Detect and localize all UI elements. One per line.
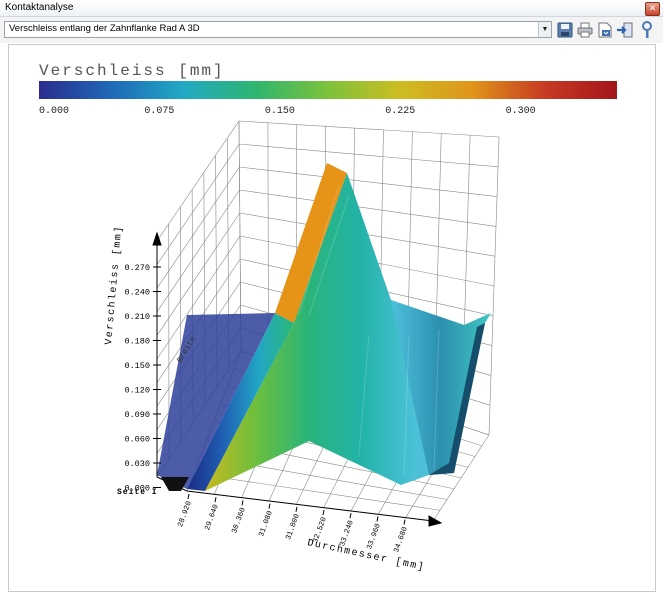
- save-icon[interactable]: [556, 21, 574, 39]
- z-tick-label: 0.240: [124, 288, 150, 298]
- z-tick-label: 0.090: [124, 410, 150, 420]
- x-tick-label: 33.960: [366, 522, 383, 551]
- window-title: Kontaktanalyse: [5, 2, 74, 13]
- export-icon[interactable]: [596, 21, 614, 39]
- plot-frame: Verschleiss [mm] 0.000 0.075 0.150 0.225 0.3…: [8, 44, 656, 592]
- x-axis-label: Durchmesser [mm]: [306, 537, 426, 574]
- wear-3d-plot[interactable]: Verschleiss [mm] 0.000 0.075 0.150 0.225 0.3…: [9, 45, 655, 591]
- legend-tick-label: 0.300: [506, 106, 536, 117]
- legend-tick-label: 0.000: [39, 106, 69, 117]
- color-scale-bar: [39, 81, 617, 99]
- surface-base-shadow: [161, 477, 189, 491]
- view-select-dropdown[interactable]: Verschleiss entlang der Zahnflanke Rad A…: [4, 21, 552, 38]
- legend-title: Verschleiss [mm]: [39, 62, 225, 80]
- close-button[interactable]: ✕: [645, 2, 660, 16]
- x-tick-label: 29.640: [204, 503, 221, 532]
- print-icon[interactable]: [576, 21, 594, 39]
- window-titlebar: Kontaktanalyse ✕: [0, 0, 663, 17]
- z-tick-label: 0.180: [124, 337, 150, 347]
- legend-tick-label: 0.075: [144, 106, 174, 117]
- z-tick-label: 0.060: [124, 435, 150, 445]
- wear-surface: [157, 163, 491, 491]
- legend-tick-label: 0.150: [265, 106, 295, 117]
- z-tick-label: 0.210: [124, 312, 150, 322]
- x-tick-label: 31.080: [258, 509, 275, 538]
- chevron-down-icon[interactable]: ▼: [538, 22, 551, 37]
- x-tick-label: 30.360: [231, 506, 248, 535]
- x-tick-label: 31.800: [285, 513, 302, 542]
- settings-icon[interactable]: [638, 21, 656, 39]
- toolbar: Verschleiss entlang der Zahnflanke Rad A…: [0, 17, 663, 43]
- z-tick-label: 0.030: [124, 459, 150, 469]
- legend-tick-label: 0.225: [385, 106, 415, 117]
- z-tick-label: 0.120: [124, 386, 150, 396]
- import-icon[interactable]: [616, 21, 634, 39]
- side-label: Seite I: [117, 488, 158, 497]
- z-tick-label: 0.150: [124, 361, 150, 371]
- z-tick-label: 0.270: [124, 263, 150, 273]
- z-axis-label: Verschleiss [mm]: [103, 225, 125, 346]
- x-tick-label: 33.240: [339, 519, 356, 548]
- view-select-value: Verschleiss entlang der Zahnflanke Rad A…: [9, 23, 200, 34]
- x-tick-label: 34.680: [393, 525, 410, 554]
- x-tick-label: 28.920: [177, 500, 194, 529]
